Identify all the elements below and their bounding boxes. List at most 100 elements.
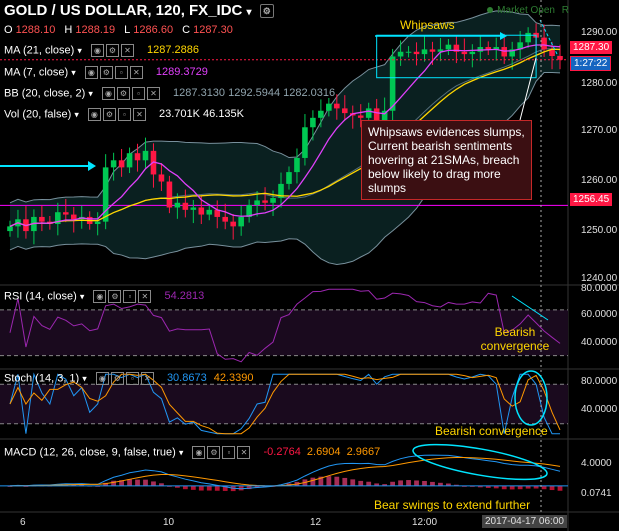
chevron-down-icon[interactable]: ▾ [71, 67, 76, 77]
time-tick: 6 [20, 517, 26, 528]
eye-icon[interactable]: ◉ [93, 290, 107, 303]
macd-histogram-bar [557, 485, 563, 491]
close-icon[interactable]: ✕ [140, 372, 154, 385]
symbol-title[interactable]: GOLD / US DOLLAR, 120, FX_IDC ▾ ⚙ [4, 2, 274, 19]
settings-icon[interactable]: ⚙ [102, 108, 116, 121]
ohlc-low-key: L [124, 24, 131, 36]
close-icon[interactable]: ✕ [237, 446, 251, 459]
close-icon[interactable]: ✕ [146, 87, 160, 100]
candle-body [341, 108, 348, 114]
macd-histogram-bar [334, 476, 340, 486]
chevron-down-icon[interactable]: ▾ [247, 7, 252, 18]
settings-icon[interactable]: ⚙ [116, 87, 130, 100]
ohlc-open-key: O [4, 24, 13, 36]
gear-icon[interactable]: ⚙ [259, 4, 274, 19]
info-icon[interactable]: ▫ [114, 66, 128, 79]
candle-body [405, 51, 412, 53]
stoch-tick: 80.0000 [581, 376, 618, 387]
settings-icon[interactable]: ⚙ [110, 372, 124, 385]
candle-body [182, 202, 189, 210]
macd-histogram-bar [430, 481, 435, 486]
candle-body [198, 207, 205, 215]
macd-histogram-bar [135, 479, 140, 486]
candle-body [70, 214, 77, 220]
macd-histogram-bar [549, 485, 555, 491]
close-icon[interactable]: ✕ [132, 108, 146, 121]
chevron-down-icon[interactable]: ▾ [88, 88, 93, 98]
candle-body [62, 212, 69, 215]
candle-body [94, 221, 101, 225]
macd-histogram-bar [390, 481, 396, 486]
bar-countdown-label: 1:27:22 [570, 56, 612, 71]
chevron-down-icon[interactable]: ▾ [179, 447, 184, 457]
indicator-ma21[interactable]: MA (21, close) ▾ ◉ ⚙ ✕ 1287.2886 [4, 44, 199, 57]
candle-body [126, 153, 133, 168]
rsi-value: 54.2813 [164, 290, 205, 303]
settings-icon[interactable]: ⚙ [105, 44, 119, 57]
macd-value-3: 2.9667 [346, 446, 381, 459]
indicator-ma7-name: MA (7, close) [4, 66, 69, 79]
candle-body [110, 160, 117, 168]
indicator-ma7[interactable]: MA (7, close) ▾ ◉ ⚙ ▫ ✕ 1289.3729 [4, 66, 208, 79]
indicator-vol[interactable]: Vol (20, false) ▾ ◉ ⚙ ▫ ✕ 23.701K 46.135K [4, 108, 244, 121]
last-price-label: 1287.30 [570, 41, 613, 54]
close-icon[interactable]: ✕ [129, 66, 143, 79]
macd-label: MACD (12, 26, close, 9, false, true) [4, 446, 176, 459]
candle-body [365, 108, 372, 118]
analysis-note: Whipsaws evidences slumps, Current beari… [361, 120, 532, 200]
macd-histogram-bar [214, 485, 220, 491]
tradingview-chart: GOLD / US DOLLAR, 120, FX_IDC ▾ ⚙ O 1288.… [0, 0, 619, 531]
candle-body [541, 37, 547, 50]
candle-body [7, 226, 13, 232]
candle-body [142, 150, 149, 161]
chevron-down-icon[interactable]: ▾ [80, 291, 85, 301]
macd-annotation: Bear swings to extend further [374, 498, 531, 512]
close-icon[interactable]: ✕ [120, 44, 134, 57]
chevron-down-icon[interactable]: ▾ [74, 109, 79, 119]
stoch-tick: 40.0000 [581, 404, 618, 415]
eye-icon[interactable]: ◉ [101, 87, 115, 100]
price-tick: 1250.00 [581, 225, 618, 236]
rsi-legend[interactable]: RSI (14, close) ▾ ◉ ⚙ ▫ ✕ 54.2813 [4, 290, 204, 303]
info-icon[interactable]: ▫ [131, 87, 145, 100]
indicator-controls: ◉ ⚙ ▫ ✕ [93, 290, 153, 303]
time-tick: 12:00 [412, 517, 438, 528]
rsi-label: RSI (14, close) [4, 290, 77, 303]
macd-histogram-bar [414, 480, 419, 486]
ohlc-readout: O 1288.10 H 1288.19 L 1286.60 C 1287.30 [4, 24, 239, 36]
rsi-tick: 80.0000 [581, 283, 618, 294]
eye-icon[interactable]: ◉ [95, 372, 109, 385]
macd-histogram-bar [422, 480, 427, 486]
indicator-ma21-value: 1287.2886 [147, 44, 200, 57]
eye-icon[interactable]: ◉ [84, 66, 98, 79]
candle-body [445, 44, 452, 50]
macd-legend[interactable]: MACD (12, 26, close, 9, false, true) ▾ ◉… [4, 446, 380, 459]
eye-icon[interactable]: ◉ [90, 44, 104, 57]
arrow-head-icon [88, 161, 96, 171]
eye-icon[interactable]: ◉ [192, 446, 206, 459]
indicator-controls: ◉ ⚙ ✕ [90, 44, 136, 57]
ohlc-close-value: 1287.30 [193, 24, 233, 36]
eye-icon[interactable]: ◉ [87, 108, 101, 121]
macd-histogram-bar [190, 485, 196, 490]
scale-mode-label[interactable]: R [562, 5, 569, 16]
candle-body [262, 200, 268, 203]
chevron-down-icon[interactable]: ▾ [82, 373, 87, 383]
close-icon[interactable]: ✕ [138, 290, 152, 303]
chevron-down-icon[interactable]: ▾ [77, 45, 82, 55]
indicator-bb-value: 1287.3130 1292.5944 1282.0316 [173, 87, 336, 100]
price-tick: 1290.00 [581, 27, 618, 38]
info-icon[interactable]: ▫ [125, 372, 139, 385]
macd-tick: 0.0741 [581, 488, 612, 499]
indicator-controls: ◉ ⚙ ▫ ✕ [101, 87, 162, 100]
macd-histogram-bar [326, 476, 332, 486]
info-icon[interactable]: ▫ [222, 446, 236, 459]
stoch-legend[interactable]: Stoch (14, 3, 1) ▾ ◉ ⚙ ▫ ✕ 30.8673 42.3390 [4, 372, 254, 385]
settings-icon[interactable]: ⚙ [99, 66, 113, 79]
settings-icon[interactable]: ⚙ [108, 290, 122, 303]
rsi-annotation: Bearish convergence [480, 325, 550, 353]
settings-icon[interactable]: ⚙ [207, 446, 221, 459]
info-icon[interactable]: ▫ [117, 108, 131, 121]
indicator-bb[interactable]: BB (20, close, 2) ▾ ◉ ⚙ ▫ ✕ 1287.3130 1292.… [4, 87, 335, 100]
info-icon[interactable]: ▫ [123, 290, 137, 303]
